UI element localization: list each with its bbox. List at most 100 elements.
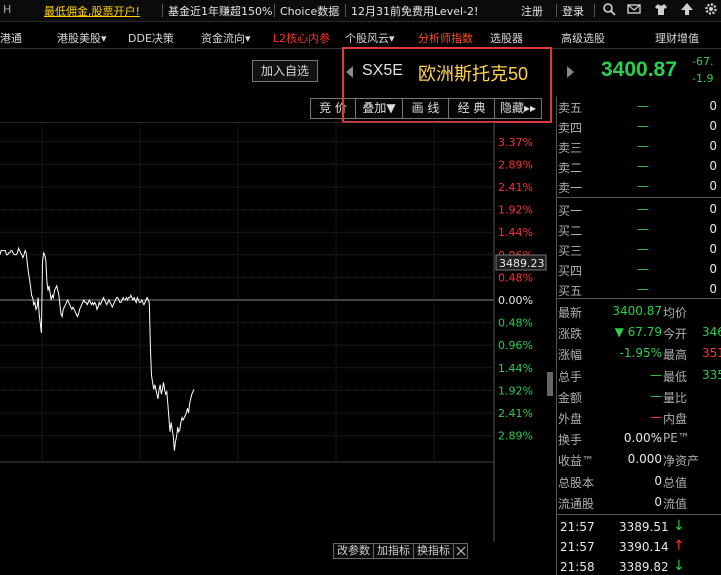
mail-icon[interactable] bbox=[626, 2, 642, 18]
ask-qty: 0 bbox=[709, 159, 717, 173]
bid-qty: 0 bbox=[709, 282, 717, 296]
arrow-down-icon: ↓ bbox=[673, 518, 685, 534]
menu-item-dde[interactable]: DDE决策 bbox=[128, 30, 174, 46]
menu-item-wealth[interactable]: 理财增值 bbox=[655, 30, 699, 46]
price-change: -67. bbox=[692, 55, 714, 68]
quote-panel: 卖五 — 0 卖四 — 0 卖三 — 0 卖二 — 0 卖一 — 0 买一 — 0 买二 — 0 买三 — 0 买四 — 0 买五 —… bbox=[556, 96, 721, 575]
tick-label-up: 2.41% bbox=[498, 181, 533, 194]
promo-link-account[interactable]: 最低佣金,股票开户! bbox=[44, 3, 140, 19]
stat-value: 3400.87 bbox=[612, 304, 662, 318]
divider bbox=[557, 514, 721, 515]
menu-item-analyst-index[interactable]: 分析师指数 bbox=[418, 30, 473, 46]
menu-item-stock-picker[interactable]: 选股器 bbox=[490, 30, 523, 46]
upload-icon[interactable] bbox=[679, 2, 695, 18]
bid-label: 买五 bbox=[558, 284, 583, 298]
tick-label-up: 1.44% bbox=[498, 226, 533, 239]
stat-value: 351 bbox=[702, 346, 721, 361]
divider bbox=[557, 298, 721, 299]
close-icon[interactable] bbox=[454, 543, 468, 559]
promo-link-fund[interactable]: 基金近1年赚超150% bbox=[168, 3, 272, 19]
stat-label: 总股本 bbox=[558, 475, 595, 490]
stat-row: 总手 —最低 335 bbox=[557, 365, 721, 386]
divider bbox=[594, 4, 595, 17]
bid-row[interactable]: 买五 — 0 bbox=[557, 279, 721, 299]
next-instrument-icon[interactable] bbox=[567, 66, 574, 78]
ask-label: 卖一 bbox=[558, 181, 583, 195]
stat-row: 总股本 0 总值 bbox=[557, 471, 721, 492]
stat-label: 流通股 bbox=[558, 496, 595, 511]
stat-row: 最新 3400.87 均价 bbox=[557, 301, 721, 322]
divider bbox=[556, 4, 557, 17]
add-watchlist-button[interactable]: 加入自选 bbox=[252, 60, 318, 82]
stat-value: — bbox=[650, 388, 662, 403]
tick-label-down: 2.41% bbox=[498, 407, 533, 420]
bid-row[interactable]: 买二 — 0 bbox=[557, 219, 721, 239]
bid-label: 买四 bbox=[558, 264, 583, 278]
divider bbox=[345, 4, 346, 17]
tick-time: 21:58 bbox=[560, 560, 595, 574]
ask-row[interactable]: 卖四 — 0 bbox=[557, 116, 721, 136]
tick-label-down: 1.92% bbox=[498, 384, 533, 397]
stat-value: — bbox=[650, 410, 662, 424]
menu-item-hk-us-stocks[interactable]: 港股美股▾ bbox=[57, 30, 107, 46]
menu-item-hk-connect[interactable]: 港通 bbox=[0, 30, 22, 46]
stat-label: 最新 bbox=[558, 306, 583, 320]
stat-row: 外盘 — 内盘 bbox=[557, 407, 721, 428]
menu-item-advanced-picker[interactable]: 高级选股 bbox=[561, 30, 605, 46]
stat-label: PE™ bbox=[663, 431, 690, 446]
edit-params-button[interactable]: 改参数 bbox=[333, 543, 374, 559]
latest-price: 3400.87 bbox=[601, 58, 677, 81]
ask-label: 卖四 bbox=[558, 121, 583, 135]
bid-price: — bbox=[637, 202, 649, 216]
bid-price: — bbox=[637, 262, 649, 276]
ask-row[interactable]: 卖三 — 0 bbox=[557, 136, 721, 156]
ask-price: — bbox=[637, 99, 649, 113]
stat-label: 净资产 bbox=[663, 454, 700, 469]
promo-link-choice[interactable]: Choice数据 bbox=[280, 3, 339, 19]
gear-icon[interactable] bbox=[703, 2, 719, 18]
stat-label: 流值 bbox=[663, 496, 688, 511]
indicator-toolbar: 改参数 加指标 换指标 bbox=[333, 543, 468, 559]
ask-row[interactable]: 卖五 — 0 bbox=[557, 96, 721, 116]
bid-price: — bbox=[637, 222, 649, 236]
menu-item-money-flow[interactable]: 资金流向▾ bbox=[201, 30, 251, 46]
tick-price: 3389.51 bbox=[619, 520, 669, 534]
login-link[interactable]: 登录 bbox=[562, 3, 584, 19]
stat-label: 金额 bbox=[558, 390, 583, 405]
stat-label: 均价 bbox=[663, 306, 688, 320]
stat-label: 总值 bbox=[663, 475, 688, 490]
arrow-down-icon: ↓ bbox=[673, 558, 685, 574]
top-bar: H 最低佣金,股票开户! 基金近1年赚超150% Choice数据 12月31前… bbox=[0, 0, 721, 22]
tick-row: 21:58 3389.82 ↓ bbox=[557, 558, 721, 575]
bid-row[interactable]: 买一 — 0 bbox=[557, 199, 721, 219]
menu-item-stock-news[interactable]: 个股风云▾ bbox=[345, 30, 395, 46]
add-indicator-button[interactable]: 加指标 bbox=[374, 543, 414, 559]
swap-indicator-button[interactable]: 换指标 bbox=[414, 543, 454, 559]
shirt-icon[interactable] bbox=[653, 2, 669, 18]
tick-label-down: 2.89% bbox=[498, 430, 533, 443]
intraday-chart[interactable]: 3.37% 2.89% 2.41% 1.92% 1.44% 0.96% 0.48% 0.00%… bbox=[0, 122, 556, 542]
scroll-handle bbox=[547, 372, 553, 396]
ask-label: 卖五 bbox=[558, 101, 583, 115]
stat-label: 今开 bbox=[663, 327, 688, 342]
stat-row: 涨跌 ▼ 67.79今开 346 bbox=[557, 322, 721, 343]
tick-price: 3390.14 bbox=[619, 540, 669, 554]
ask-row[interactable]: 卖一 — 0 bbox=[557, 176, 721, 196]
search-icon[interactable] bbox=[601, 2, 617, 18]
register-link[interactable]: 注册 bbox=[521, 3, 543, 19]
stat-label: 总手 bbox=[558, 369, 583, 384]
ask-qty: 0 bbox=[709, 179, 717, 193]
ask-price: — bbox=[637, 119, 649, 133]
bid-row[interactable]: 买四 — 0 bbox=[557, 259, 721, 279]
stat-value: ▼ 67.79 bbox=[614, 325, 662, 340]
bid-row[interactable]: 买三 — 0 bbox=[557, 239, 721, 259]
tick-label-down: 1.44% bbox=[498, 362, 533, 375]
ask-row[interactable]: 卖二 — 0 bbox=[557, 156, 721, 176]
stat-label: 收益™ bbox=[558, 454, 595, 469]
bid-qty: 0 bbox=[709, 202, 717, 216]
arrow-up-icon: ↑ bbox=[673, 538, 685, 554]
stat-value: 0.000 bbox=[627, 452, 662, 467]
promo-link-level2[interactable]: 12月31前免费用Level-2! bbox=[351, 3, 478, 19]
stat-value: 346 bbox=[702, 325, 721, 340]
menu-item-l2[interactable]: L2核心内参 bbox=[273, 30, 330, 46]
